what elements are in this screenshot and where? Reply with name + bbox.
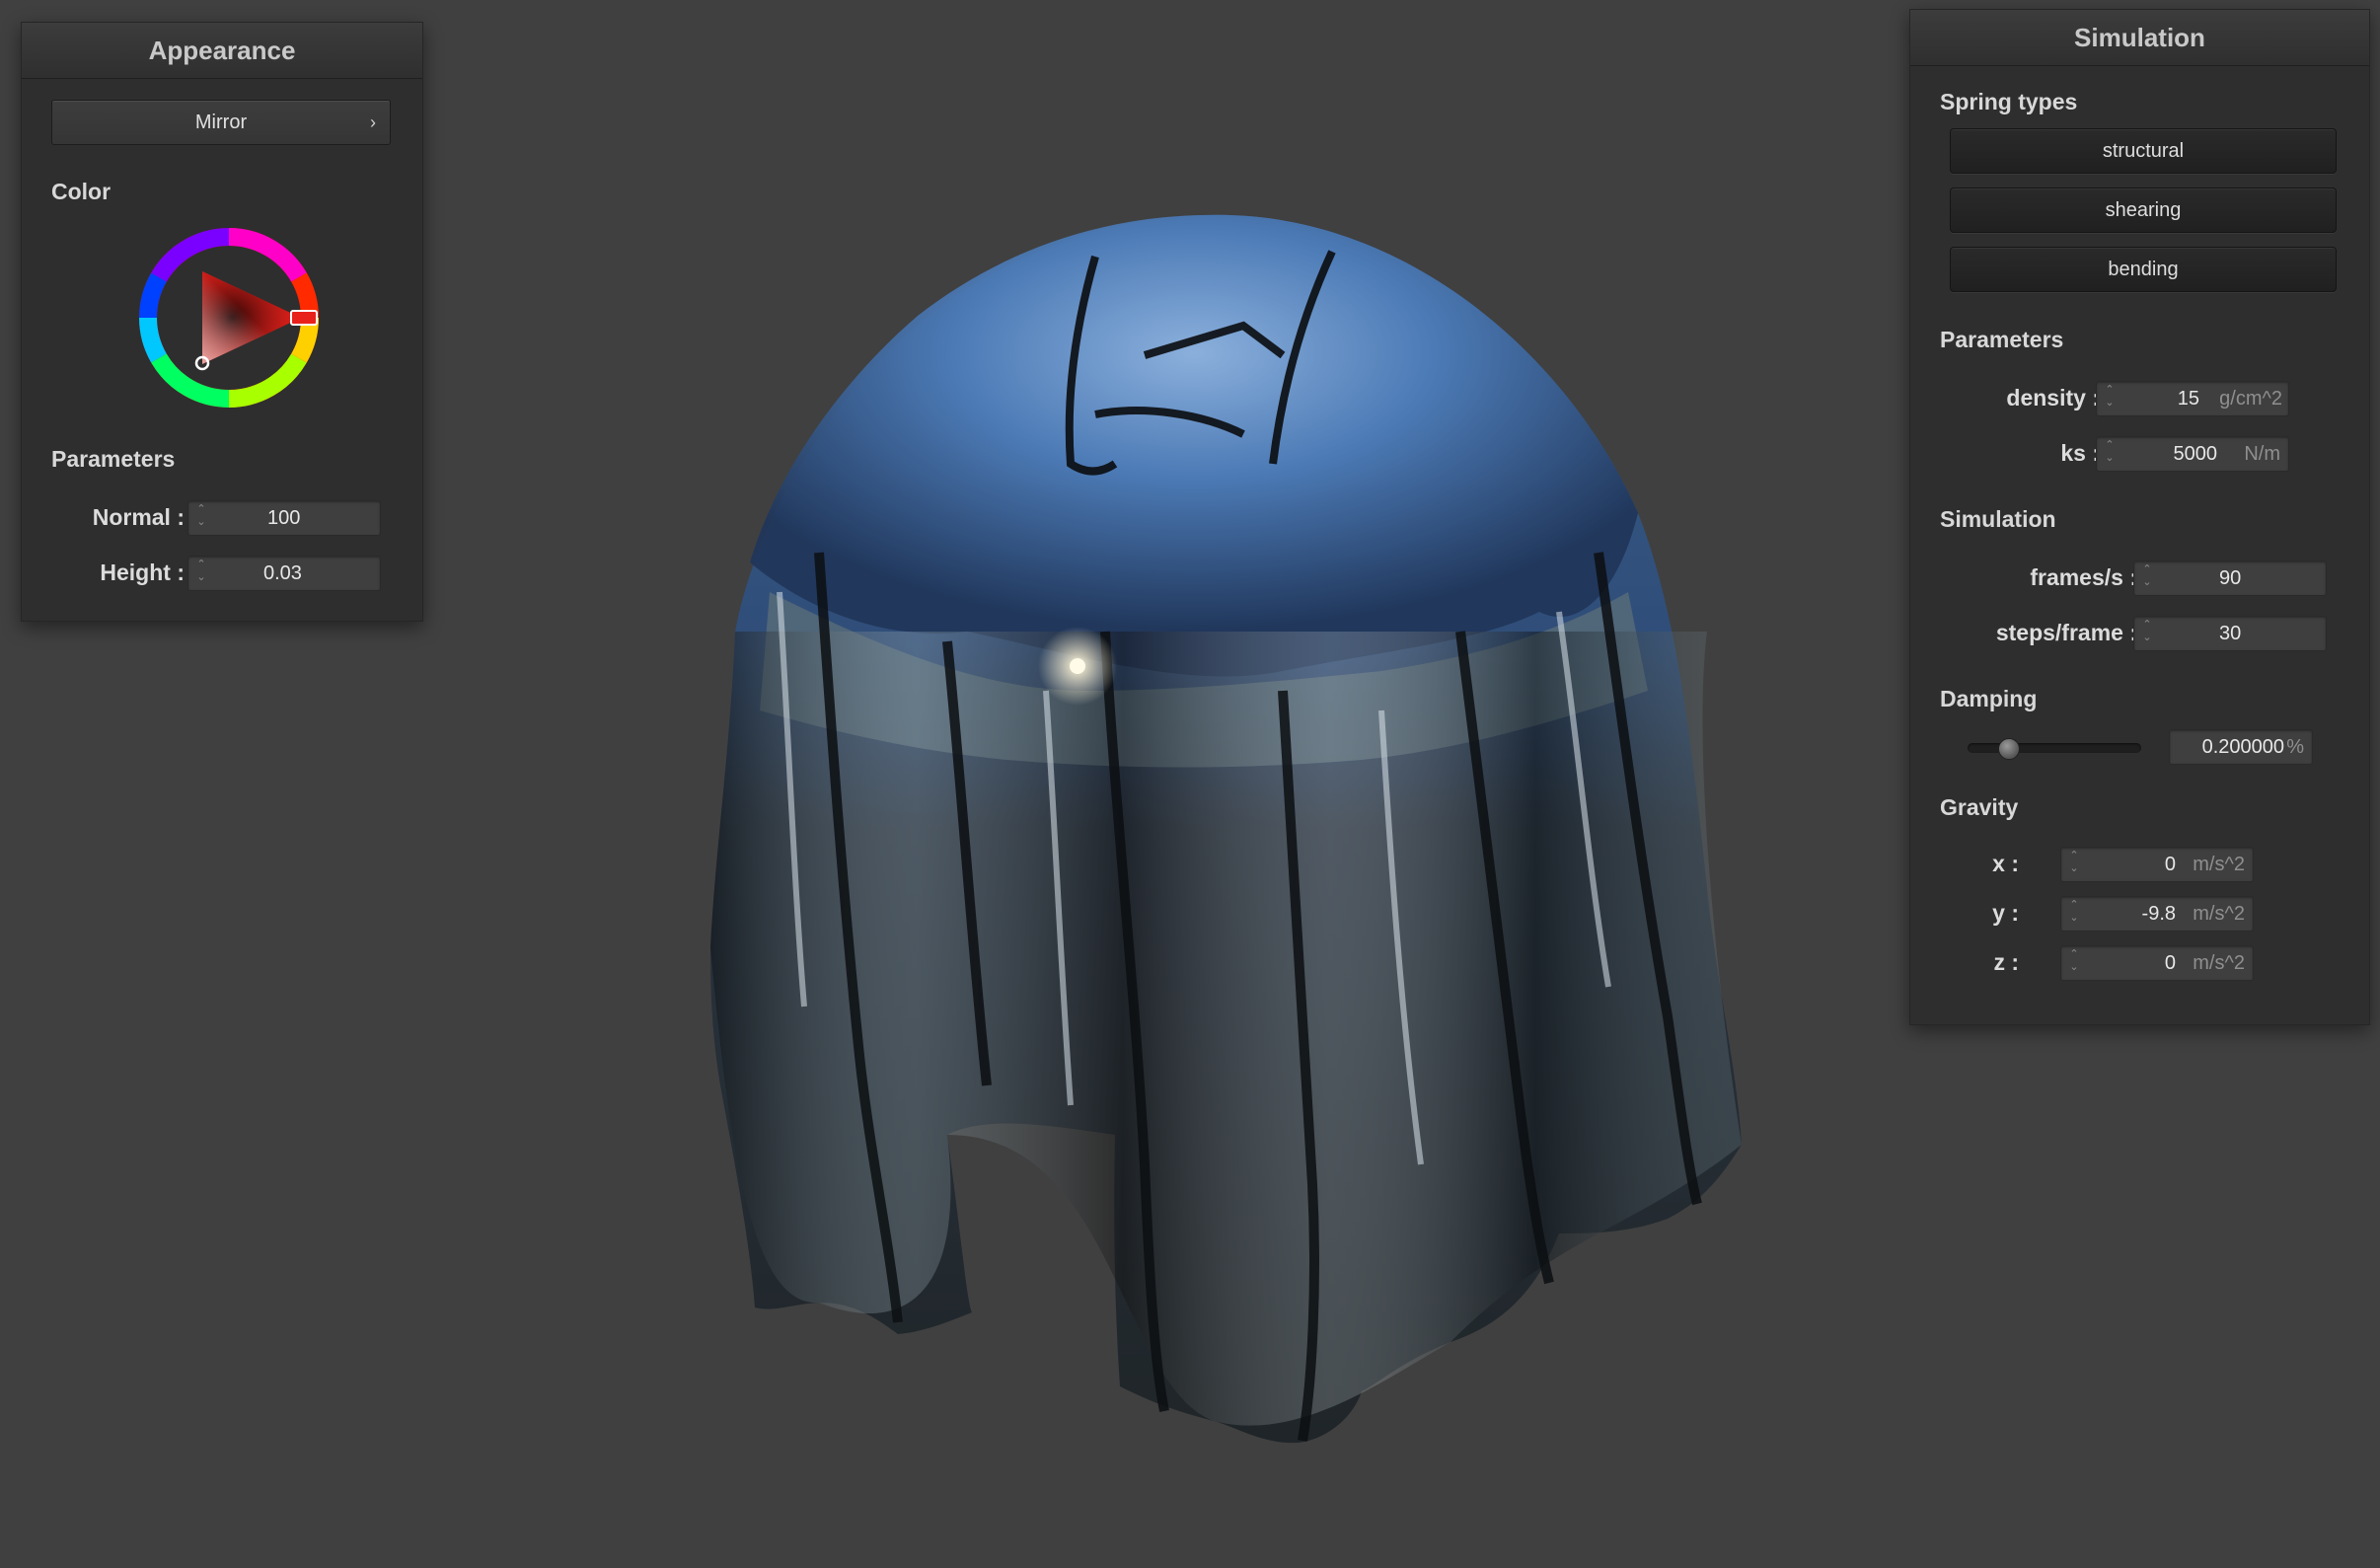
color-section-label: Color (51, 179, 112, 204)
height-spinbox[interactable]: ⌃ ⌄ 0.03 (187, 556, 381, 591)
ks-value: 5000 (2173, 443, 2218, 465)
spinner-arrows-icon[interactable]: ⌃ ⌄ (2067, 948, 2081, 978)
normal-value: 100 (267, 507, 301, 529)
damping-slider[interactable] (1968, 743, 2141, 753)
density-label: density : (2006, 385, 2100, 411)
gravity-x-value: 0 (2164, 854, 2176, 875)
height-value: 0.03 (263, 562, 302, 584)
structural-button[interactable]: structural (1950, 128, 2337, 174)
normal-label: Normal : (92, 504, 185, 530)
spinner-arrows-icon[interactable]: ⌃ ⌄ (2103, 439, 2117, 469)
density-spinbox[interactable]: ⌃ ⌄ 15 g/cm^2 (2096, 381, 2289, 416)
simulation-panel: Simulation Spring types structural shear… (1909, 9, 2370, 1025)
damping-value-box[interactable]: 0.200000 % (2169, 729, 2313, 765)
normal-spinbox[interactable]: ⌃ ⌄ 100 (187, 500, 381, 536)
color-wheel[interactable] (137, 226, 321, 410)
shearing-button[interactable]: shearing (1950, 187, 2337, 233)
fps-label: frames/s : (2030, 564, 2137, 590)
spinner-arrows-icon[interactable]: ⌃ ⌄ (194, 559, 208, 588)
simulation-section-label: Simulation (1940, 506, 2056, 532)
gravity-z-value: 0 (2164, 952, 2176, 974)
spinner-arrows-icon[interactable]: ⌃ ⌄ (2067, 850, 2081, 879)
gravity-y-unit: m/s^2 (2193, 903, 2245, 925)
damping-label: Damping (1940, 686, 2038, 711)
gravity-y-spinbox[interactable]: ⌃ ⌄ -9.8 m/s^2 (2060, 896, 2254, 932)
simulation-panel-header[interactable]: Simulation (1910, 10, 2369, 66)
density-unit: g/cm^2 (2219, 388, 2282, 410)
density-value: 15 (2177, 388, 2199, 410)
spinner-arrows-icon[interactable]: ⌃ ⌄ (2103, 384, 2117, 413)
steps-value: 30 (2219, 623, 2242, 644)
appearance-panel: Appearance Mirror › Color Parameters Nor… (21, 22, 423, 622)
damping-unit: % (2286, 736, 2304, 758)
ks-spinbox[interactable]: ⌃ ⌄ 5000 N/m (2096, 436, 2289, 472)
gravity-x-unit: m/s^2 (2193, 854, 2245, 875)
material-dropdown-label: Mirror (194, 112, 248, 133)
fps-spinbox[interactable]: ⌃ ⌄ 90 (2133, 560, 2327, 596)
material-dropdown-button[interactable]: Mirror › (51, 100, 391, 145)
spinner-arrows-icon[interactable]: ⌃ ⌄ (194, 503, 208, 533)
gravity-y-label: y : (1992, 900, 2019, 926)
gravity-y-value: -9.8 (2141, 903, 2176, 925)
simulation-parameters-label: Parameters (1940, 327, 2064, 352)
spinner-arrows-icon[interactable]: ⌃ ⌄ (2140, 563, 2154, 593)
appearance-panel-header[interactable]: Appearance (22, 23, 422, 79)
steps-label: steps/frame : (1995, 620, 2137, 645)
bending-button[interactable]: bending (1950, 247, 2337, 292)
spring-types-label: Spring types (1940, 89, 2078, 114)
gravity-z-label: z : (1993, 949, 2019, 975)
ks-unit: N/m (2244, 443, 2280, 465)
spinner-arrows-icon[interactable]: ⌃ ⌄ (2067, 899, 2081, 929)
fps-value: 90 (2219, 567, 2242, 589)
height-label: Height : (100, 560, 185, 585)
ks-label: ks : (2060, 440, 2100, 466)
damping-slider-handle[interactable] (1998, 738, 2021, 760)
hsv-color-wheel-icon (139, 228, 319, 408)
gravity-x-spinbox[interactable]: ⌃ ⌄ 0 m/s^2 (2060, 847, 2254, 882)
steps-spinbox[interactable]: ⌃ ⌄ 30 (2133, 616, 2327, 651)
damping-value: 0.200000 (2201, 736, 2284, 758)
chevron-right-icon: › (370, 112, 376, 132)
gravity-z-spinbox[interactable]: ⌃ ⌄ 0 m/s^2 (2060, 945, 2254, 981)
spinner-arrows-icon[interactable]: ⌃ ⌄ (2140, 619, 2154, 648)
gravity-x-label: x : (1992, 851, 2019, 876)
gravity-z-unit: m/s^2 (2193, 952, 2245, 974)
appearance-parameters-label: Parameters (51, 446, 176, 472)
gravity-label: Gravity (1940, 794, 2019, 820)
